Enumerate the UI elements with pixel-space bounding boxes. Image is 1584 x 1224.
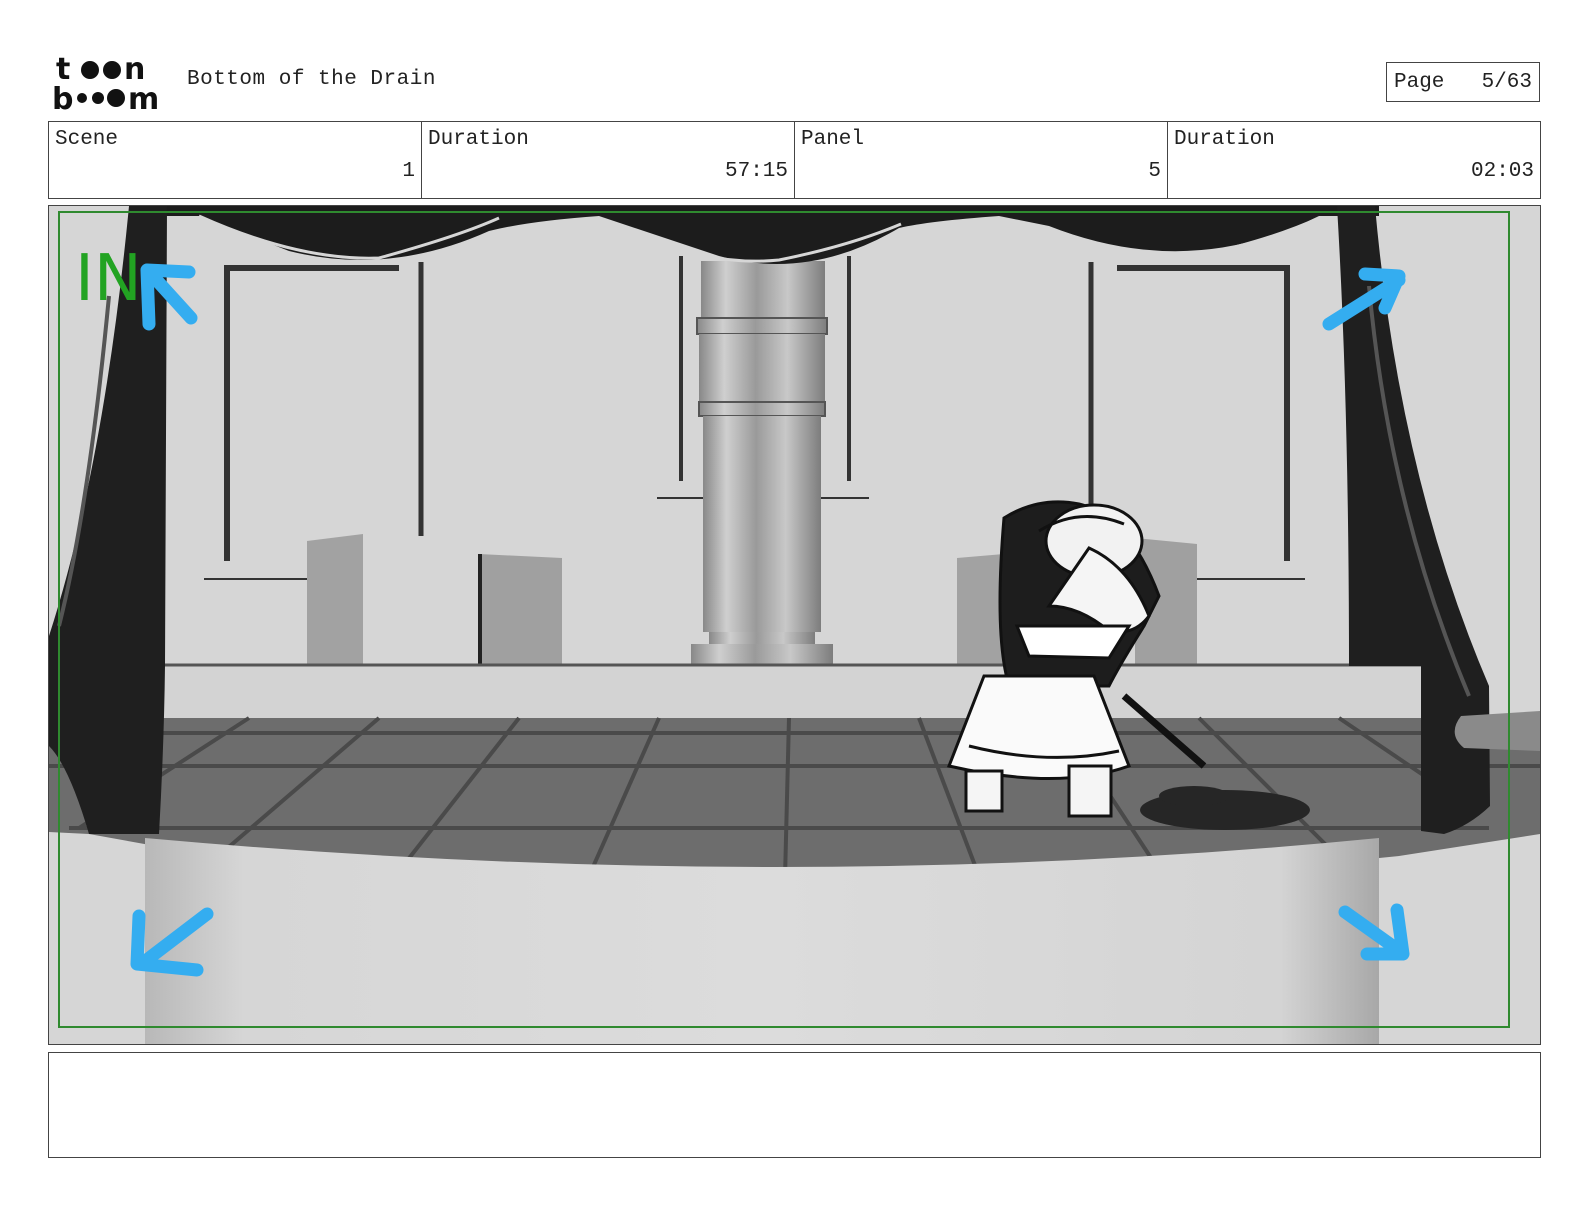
scene-label: Scene (55, 128, 119, 151)
panel-cell: Panel 5 (795, 122, 1168, 198)
panel-duration-cell: Duration 02:03 (1168, 122, 1540, 198)
scene-duration-label: Duration (428, 128, 529, 151)
storyboard-panel: IN (48, 205, 1541, 1045)
scene-duration-cell: Duration 57:15 (422, 122, 795, 198)
project-title: Bottom of the Drain (187, 68, 436, 91)
svg-text:b: b (52, 82, 73, 110)
panel-duration-value: 02:03 (1470, 160, 1534, 183)
toon-boom-logo: t n b m (52, 52, 164, 117)
panel-notes-box (48, 1052, 1541, 1158)
panel-value: 5 (1148, 160, 1161, 183)
page-indicator: Page 5/63 (1386, 62, 1540, 102)
panel-drawing: IN (49, 206, 1540, 1044)
panel-duration-label: Duration (1174, 128, 1275, 151)
scene-value: 1 (402, 160, 415, 183)
camera-move-label: IN (75, 242, 142, 316)
page-label: Page (1394, 70, 1445, 94)
scene-cell: Scene 1 (49, 122, 422, 198)
scene-duration-value: 57:15 (724, 160, 788, 183)
svg-text:m: m (128, 82, 159, 110)
panel-info-bar: Scene 1 Duration 57:15 Panel 5 Duration … (48, 121, 1541, 199)
panel-label: Panel (801, 128, 865, 151)
page-number: 5/63 (1481, 70, 1532, 94)
